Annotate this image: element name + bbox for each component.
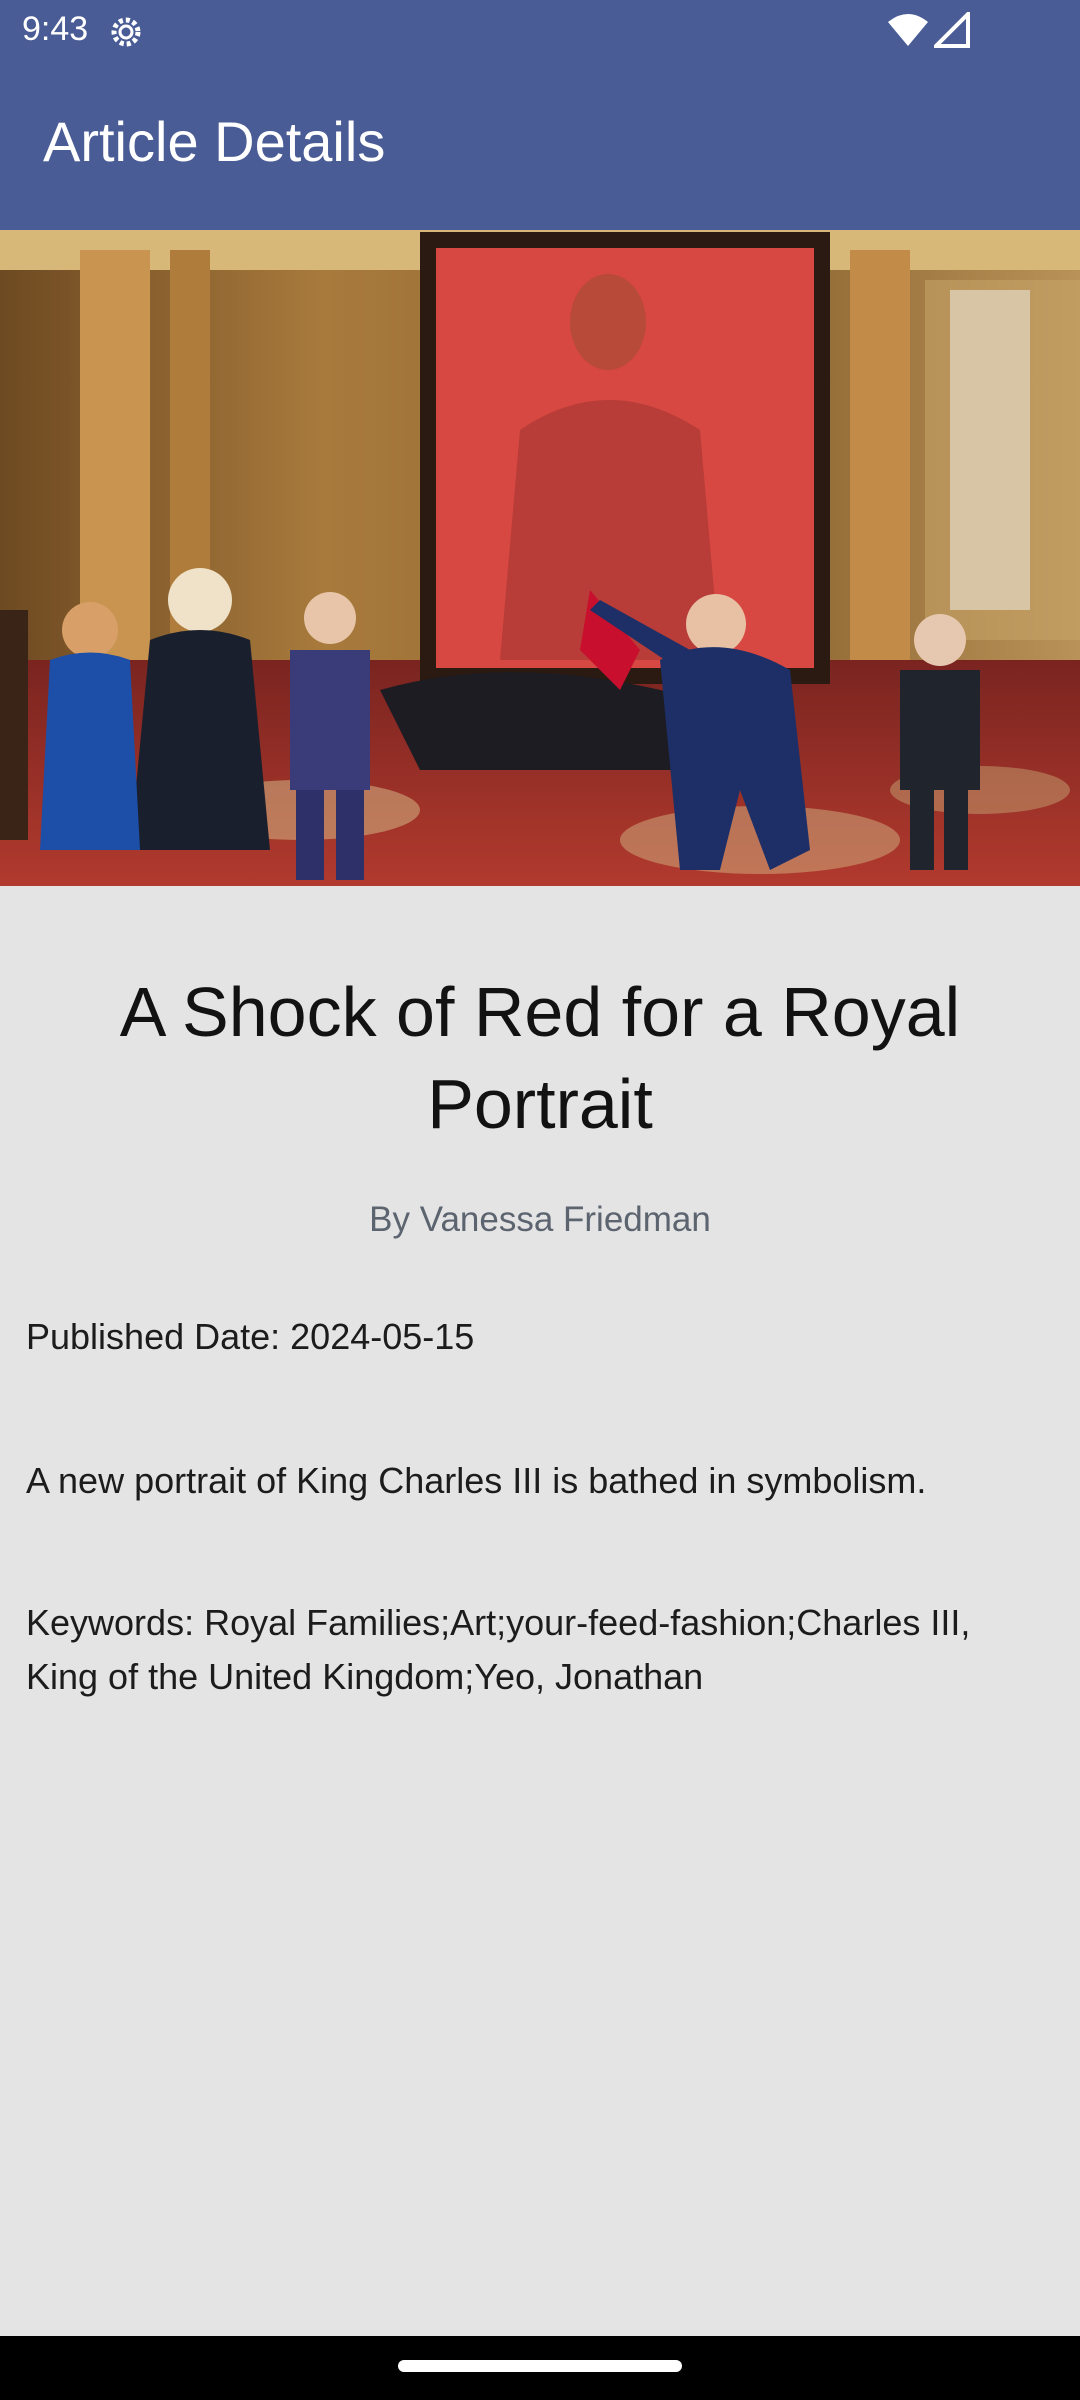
article-image: [0, 230, 1080, 886]
gear-icon: [111, 17, 141, 47]
wifi-icon: [888, 14, 928, 46]
published-date: Published Date: 2024-05-15: [26, 1316, 475, 1357]
home-gesture-handle[interactable]: [398, 2360, 682, 2372]
article-title: A Shock of Red for a Royal Portrait: [119, 973, 961, 1143]
article-abstract: A new portrait of King Charles III is ba…: [26, 1460, 927, 1501]
cell-signal-icon: [934, 12, 970, 48]
app-bar: Article Details: [0, 62, 1080, 230]
status-bar: 9:43: [0, 0, 1080, 62]
article-keywords: Keywords: Royal Families;Art;your-feed-f…: [26, 1602, 971, 1697]
article-byline: By Vanessa Friedman: [369, 1200, 711, 1239]
navigation-bar: [0, 2336, 1080, 2400]
status-time: 9:43: [22, 10, 89, 48]
app-bar-title: Article Details: [43, 110, 386, 173]
